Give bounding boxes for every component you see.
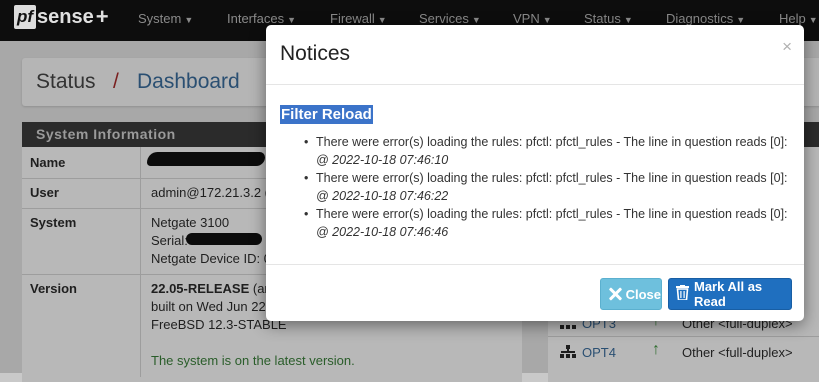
logo-plus: + xyxy=(95,4,109,29)
modal-header: Notices × xyxy=(266,25,804,85)
redaction-mark xyxy=(147,152,265,166)
close-button-label: Close xyxy=(625,286,661,302)
bullet-icon: • xyxy=(304,135,309,149)
notice-section-heading: Filter Reload xyxy=(280,105,373,124)
caret-down-icon: ▼ xyxy=(287,15,297,25)
list-item: • There were error(s) loading the rules:… xyxy=(280,133,795,169)
nav-help[interactable]: Help ▼ xyxy=(779,11,818,26)
nav-firewall[interactable]: Firewall ▼ xyxy=(330,11,387,26)
user-value: admin@172.21.3.2 (L xyxy=(151,185,277,200)
list-item: • There were error(s) loading the rules:… xyxy=(280,169,795,205)
caret-down-icon: ▼ xyxy=(184,15,194,25)
mark-all-read-button[interactable]: Mark All as Read xyxy=(668,278,792,310)
breadcrumb-dashboard[interactable]: Dashboard xyxy=(137,70,240,94)
caret-down-icon: ▼ xyxy=(471,15,481,25)
list-item: • There were error(s) loading the rules:… xyxy=(280,205,795,241)
notice-time: @ 2022-10-18 07:46:22 xyxy=(316,189,449,203)
notice-text: There were error(s) loading the rules: p… xyxy=(316,171,788,185)
logo-pf: pf xyxy=(14,5,37,29)
version-status: The system is on the latest version. xyxy=(151,353,355,368)
version-release: 22.05-RELEASE (arn xyxy=(151,281,276,296)
caret-down-icon: ▼ xyxy=(623,15,633,25)
notices-modal: Notices × Filter Reload • There were err… xyxy=(266,25,804,321)
notice-text: There were error(s) loading the rules: p… xyxy=(316,207,788,221)
system-serial-label: Serial: xyxy=(151,233,188,248)
user-label: User xyxy=(30,185,59,200)
system-device-id: Netgate Device ID: 0 xyxy=(151,251,271,266)
logo-sense: sense xyxy=(37,5,94,28)
close-button[interactable]: Close xyxy=(600,278,662,310)
notice-list: • There were error(s) loading the rules:… xyxy=(280,133,795,241)
network-icon xyxy=(560,345,576,358)
pfsense-logo[interactable]: pf sense + xyxy=(14,4,109,30)
notice-time: @ 2022-10-18 07:46:46 xyxy=(316,225,449,239)
row-divider xyxy=(548,336,819,337)
mark-all-read-label: Mark All as Read xyxy=(694,279,763,309)
nav-status[interactable]: Status ▼ xyxy=(584,11,633,26)
arrow-up-icon: ↑ xyxy=(652,341,660,358)
bullet-icon: • xyxy=(304,207,309,221)
interface-opt4[interactable]: OPT4 xyxy=(582,345,616,360)
breadcrumb-status: Status xyxy=(36,70,96,93)
nav-vpn[interactable]: VPN ▼ xyxy=(513,11,552,26)
close-icon[interactable]: × xyxy=(782,37,792,57)
nav-diagnostics[interactable]: Diagnostics ▼ xyxy=(666,11,745,26)
caret-down-icon: ▼ xyxy=(736,15,746,25)
trash-icon xyxy=(676,285,689,303)
panel-title: System Information xyxy=(36,126,176,142)
table-divider xyxy=(140,147,141,377)
nav-interfaces[interactable]: Interfaces ▼ xyxy=(227,11,296,26)
x-icon xyxy=(608,287,621,301)
nav-system[interactable]: System ▼ xyxy=(138,11,193,26)
caret-down-icon: ▼ xyxy=(542,15,552,25)
caret-down-icon: ▼ xyxy=(377,15,387,25)
breadcrumb-separator: / xyxy=(113,70,119,93)
redaction-mark xyxy=(186,233,262,245)
modal-title: Notices xyxy=(280,42,351,65)
name-label: Name xyxy=(30,155,66,170)
bullet-icon: • xyxy=(304,171,309,185)
system-model: Netgate 3100 xyxy=(151,215,230,230)
notice-time: @ 2022-10-18 07:46:10 xyxy=(316,153,449,167)
caret-down-icon: ▼ xyxy=(808,15,818,25)
modal-footer: Close Mark All as Read xyxy=(266,264,804,322)
version-built: built on Wed Jun 22 xyxy=(151,299,266,314)
notice-text: There were error(s) loading the rules: p… xyxy=(316,135,788,149)
version-label: Version xyxy=(30,281,77,296)
system-label: System xyxy=(30,215,77,230)
interface-opt4-media: Other <full-duplex> xyxy=(682,345,793,360)
nav-services[interactable]: Services ▼ xyxy=(419,11,481,26)
